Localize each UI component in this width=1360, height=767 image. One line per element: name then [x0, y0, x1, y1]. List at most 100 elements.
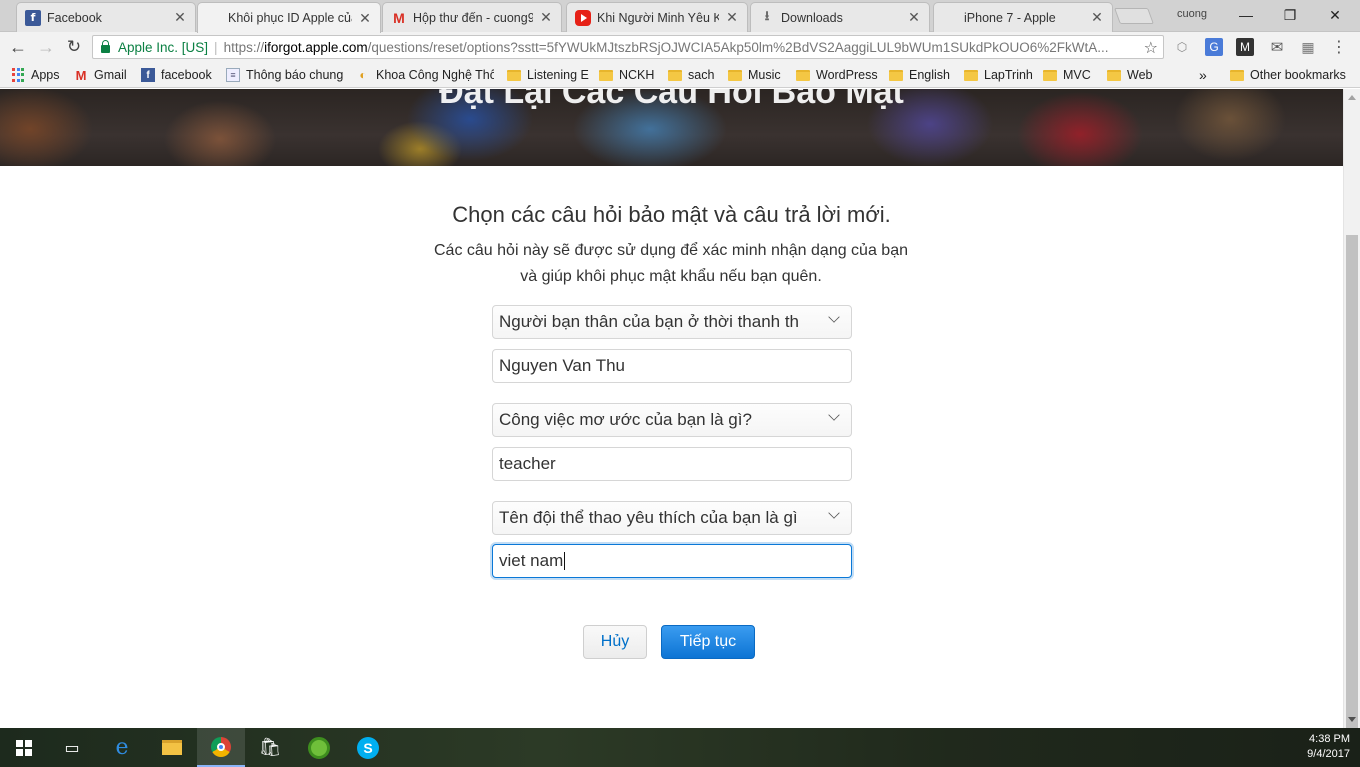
- extension-hexagon-icon[interactable]: ⬡: [1173, 38, 1191, 56]
- tab-label: Khi Người Minh Yêu Kh: [597, 10, 719, 25]
- menu-icon[interactable]: ⋮: [1330, 38, 1348, 56]
- bookmark-thong-bao-chung[interactable]: ≡ Thông báo chung: [226, 66, 350, 84]
- reload-icon[interactable]: ↻: [63, 36, 85, 58]
- bookmark-label: Gmail: [94, 68, 127, 82]
- skype-icon[interactable]: S: [344, 728, 392, 767]
- close-icon[interactable]: ✕: [358, 10, 372, 27]
- clock-date: 9/4/2017: [1307, 748, 1350, 760]
- lock-icon: [101, 39, 110, 53]
- coccoc-icon[interactable]: [295, 728, 343, 767]
- continue-button[interactable]: Tiếp tục: [661, 625, 755, 659]
- folder-icon: [599, 70, 613, 81]
- question-3-select[interactable]: Tên đội thể thao yêu thích của bạn là gì: [492, 501, 852, 535]
- forward-icon[interactable]: →: [35, 36, 57, 58]
- bookmark-apps[interactable]: Apps: [11, 66, 65, 84]
- bookmark-facebook[interactable]: f facebook: [141, 66, 219, 84]
- edge-icon[interactable]: e: [98, 728, 146, 767]
- close-icon[interactable]: ✕: [907, 9, 921, 26]
- tab-facebook[interactable]: f Facebook ✕: [16, 2, 196, 32]
- tab-downloads[interactable]: ⭳ Downloads ✕: [750, 2, 930, 32]
- system-clock[interactable]: 4:38 PM 9/4/2017: [1307, 732, 1350, 762]
- answer-3-field[interactable]: viet nam: [492, 544, 852, 578]
- folder-icon: [1043, 70, 1057, 81]
- minimize-button[interactable]: —: [1231, 4, 1261, 26]
- tab-gmail-inbox[interactable]: M Hộp thư đến - cuong96 ✕: [382, 2, 562, 32]
- gmail-icon: M: [75, 67, 87, 83]
- page-scrollbar[interactable]: [1343, 89, 1360, 739]
- bookmark-mvc[interactable]: MVC: [1043, 66, 1095, 84]
- scrollbar-thumb[interactable]: [1346, 235, 1358, 739]
- bookmark-wordpress[interactable]: WordPress: [796, 66, 878, 84]
- tab-label: iPhone 7 - Apple: [964, 10, 1056, 25]
- store-icon[interactable]: 🛍: [246, 728, 294, 767]
- chrome-icon[interactable]: [197, 728, 245, 767]
- bookmark-music[interactable]: Music: [728, 66, 786, 84]
- task-view-icon[interactable]: ▭: [48, 728, 96, 767]
- bookmark-sach[interactable]: sach: [668, 66, 718, 84]
- bookmark-label: Web: [1127, 68, 1153, 82]
- answer-2-value: teacher: [499, 454, 556, 473]
- download-icon: ⭳: [764, 7, 770, 23]
- tab-apple-id-recovery[interactable]: Khôi phục ID Apple của ✕: [197, 2, 381, 33]
- tab-iphone7[interactable]: iPhone 7 - Apple ✕: [933, 2, 1113, 32]
- bookmark-listening[interactable]: Listening E: [507, 66, 589, 84]
- mendeley-icon[interactable]: M: [1236, 38, 1254, 56]
- file-explorer-icon[interactable]: [148, 728, 196, 767]
- bookmark-label: Thông báo chung: [246, 68, 344, 82]
- restore-button[interactable]: ❐: [1275, 4, 1305, 26]
- translate-icon[interactable]: G: [1205, 38, 1223, 56]
- bookmark-label: WordPress: [816, 68, 878, 82]
- answer-2-field[interactable]: teacher: [492, 447, 852, 481]
- bookmark-web[interactable]: Web: [1107, 66, 1155, 84]
- close-window-button[interactable]: ✕: [1320, 4, 1350, 26]
- cancel-button[interactable]: Hủy: [583, 625, 647, 659]
- tab-label: Khôi phục ID Apple của: [228, 11, 352, 25]
- facebook-icon: f: [25, 9, 41, 26]
- bookmark-label: Other bookmarks: [1250, 68, 1346, 82]
- bookmark-gmail[interactable]: M Gmail: [74, 66, 134, 84]
- chevron-down-icon: [828, 409, 840, 421]
- answer-3-value: viet nam: [499, 551, 564, 570]
- question-1-select[interactable]: Người bạn thân của bạn ở thời thanh th: [492, 305, 852, 339]
- new-tab-button[interactable]: [1114, 8, 1154, 24]
- bookmark-khoa-cntt[interactable]: ◐ Khoa Công Nghệ Thô: [356, 66, 494, 84]
- back-icon[interactable]: ←: [7, 36, 29, 58]
- youtube-icon: [575, 9, 591, 26]
- folder-icon: [889, 70, 903, 81]
- bookmarks-overflow-button[interactable]: »: [1199, 66, 1213, 84]
- page-heading: Chọn các câu hỏi bảo mật và câu trả lời …: [452, 202, 891, 227]
- close-icon[interactable]: ✕: [1090, 9, 1104, 26]
- site-identity[interactable]: Apple Inc. [US]: [118, 40, 208, 55]
- address-bar[interactable]: Apple Inc. [US] | https://iforgot.apple.…: [92, 35, 1164, 59]
- bookmark-laptrinh[interactable]: LapTrinh: [964, 66, 1034, 84]
- bookmark-label: English: [909, 68, 950, 82]
- gmail-icon: M: [393, 9, 405, 26]
- page-description: Các câu hỏi này sẽ được sử dụng để xác m…: [434, 242, 908, 285]
- start-icon[interactable]: [0, 728, 48, 767]
- close-icon[interactable]: ✕: [725, 9, 739, 26]
- mail-icon[interactable]: ✉: [1268, 38, 1286, 56]
- close-icon[interactable]: ✕: [173, 9, 187, 26]
- answer-1-field[interactable]: Nguyen Van Thu: [492, 349, 852, 383]
- bookmark-label: facebook: [161, 68, 212, 82]
- profile-name[interactable]: cuong: [1168, 8, 1216, 20]
- other-bookmarks[interactable]: Other bookmarks: [1230, 66, 1350, 84]
- page-viewport: Đặt Lại Các Câu Hỏi Bảo Mật Chọn các câu…: [0, 89, 1343, 728]
- folder-icon: [1230, 70, 1244, 81]
- answer-1-value: Nguyen Van Thu: [499, 356, 626, 375]
- folder-icon: [796, 70, 810, 81]
- question-2-select[interactable]: Công việc mơ ước của bạn là gì?: [492, 403, 852, 437]
- windows-taskbar: ▭ e 🛍 S 4:38 PM 9/4/2017: [0, 728, 1360, 767]
- folder-icon: [668, 70, 682, 81]
- layout-icon[interactable]: ▦: [1299, 38, 1317, 56]
- bookmark-star-icon[interactable]: ☆: [1144, 38, 1158, 58]
- bookmark-nckh[interactable]: NCKH: [599, 66, 659, 84]
- bookmark-english[interactable]: English: [889, 66, 951, 84]
- scroll-down-arrow-icon[interactable]: [1348, 717, 1356, 722]
- close-icon[interactable]: ✕: [539, 9, 553, 26]
- url-path: /questions/reset/options?sstt=5fYWUkMJts…: [367, 39, 1109, 55]
- scroll-up-arrow-icon[interactable]: [1348, 95, 1356, 100]
- tab-strip: f Facebook ✕ Khôi phục ID Apple của ✕ M …: [0, 0, 1360, 33]
- text-caret: [564, 552, 566, 570]
- tab-youtube[interactable]: Khi Người Minh Yêu Kh ✕: [566, 2, 748, 32]
